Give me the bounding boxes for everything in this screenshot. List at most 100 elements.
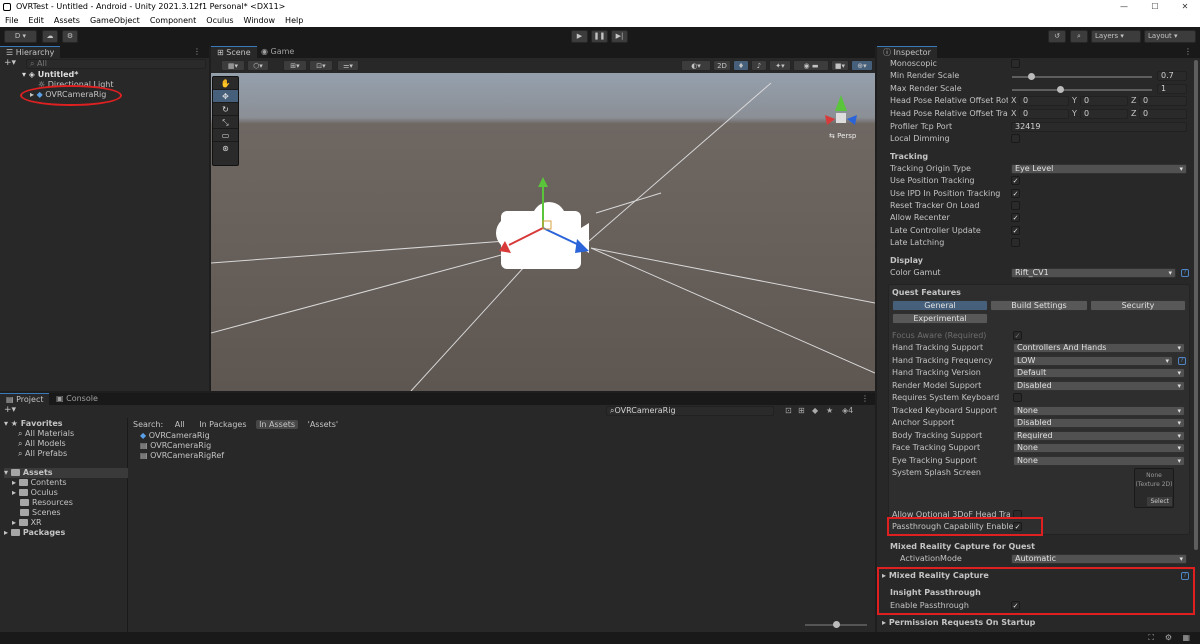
project-menu-icon[interactable]: ⋮ — [861, 394, 869, 403]
eye-tracking-dropdown[interactable]: None — [1013, 456, 1185, 466]
activation-mode-dropdown[interactable]: Automatic — [1011, 554, 1187, 564]
filter-all[interactable]: All — [172, 420, 188, 429]
search-by-label-icon[interactable]: ⊞ — [798, 406, 805, 415]
search-by-type-icon[interactable]: ⊡ — [785, 406, 792, 415]
step-button[interactable]: ▶| — [611, 30, 628, 43]
tracking-origin-dropdown[interactable]: Eye Level — [1011, 164, 1187, 174]
persp-label[interactable]: ⇆ Persp — [829, 132, 856, 140]
head-pose-rotation-z[interactable]: 0 — [1139, 96, 1187, 106]
body-tracking-dropdown[interactable]: Required — [1013, 431, 1185, 441]
filter-in-assets[interactable]: In Assets — [256, 420, 299, 429]
close-icon[interactable]: ✕ — [1170, 0, 1200, 14]
scale-tool-icon[interactable]: ⤡ — [213, 116, 238, 129]
tracked-keyboard-dropdown[interactable]: None — [1013, 406, 1185, 416]
head-pose-rotation-x[interactable]: 0 — [1019, 96, 1069, 106]
reset-tracker-checkbox[interactable] — [1011, 201, 1020, 210]
filter-in-packages[interactable]: In Packages — [196, 420, 249, 429]
cloud-icon[interactable]: ☁ — [42, 30, 58, 43]
color-gamut-dropdown[interactable]: Rift_CV1 — [1011, 268, 1176, 278]
icon-size-slider[interactable] — [805, 621, 867, 628]
audio-toggle-icon[interactable]: ♪ — [751, 60, 767, 71]
quest-tab-build-settings[interactable]: Build Settings — [990, 300, 1088, 311]
hierarchy-search-input[interactable]: ⌕ All — [26, 59, 206, 69]
packages-row[interactable]: ▸ Packages — [4, 528, 65, 538]
allow-recenter-checkbox[interactable]: ✓ — [1011, 213, 1020, 222]
tab-console[interactable]: ▣ Console — [50, 393, 104, 405]
help-icon[interactable]: ? — [1181, 269, 1189, 277]
result-item[interactable]: ▤ OVRCameraRigRef — [140, 451, 224, 461]
head-pose-rotation-y[interactable]: 0 — [1080, 96, 1128, 106]
head-pose-translation-z[interactable]: 0 — [1139, 109, 1187, 119]
favorite-all-prefabs[interactable]: ⌕ All Prefabs — [18, 449, 67, 459]
menu-window[interactable]: Window — [239, 14, 281, 27]
menu-help[interactable]: Help — [280, 14, 308, 27]
late-controller-update-checkbox[interactable]: ✓ — [1011, 226, 1020, 235]
result-item[interactable]: ◆ OVRCameraRig — [140, 431, 210, 441]
result-item[interactable]: ▤ OVRCameraRig — [140, 441, 211, 451]
slider-thumb[interactable] — [1028, 73, 1035, 80]
scene-viewport[interactable]: ⇆ Persp — [211, 73, 875, 391]
filter-icon[interactable]: ◆ — [812, 406, 818, 415]
tab-inspector[interactable]: ⓘ Inspector — [877, 46, 937, 58]
profiler-port-field[interactable]: 32419 — [1011, 122, 1187, 132]
tab-game[interactable]: ◉ Game — [255, 46, 300, 58]
layers-dropdown[interactable]: Layers ▾ — [1091, 30, 1141, 43]
late-latching-checkbox[interactable] — [1011, 238, 1020, 247]
use-ipd-checkbox[interactable]: ✓ — [1011, 189, 1020, 198]
min-render-scale-slider[interactable] — [1012, 73, 1152, 80]
project-add-icon[interactable]: +▾ — [4, 405, 16, 415]
menu-gameobject[interactable]: GameObject — [85, 14, 145, 27]
tab-scene[interactable]: ⊞ Scene — [211, 46, 257, 58]
quest-tab-experimental[interactable]: Experimental — [892, 313, 988, 324]
splash-texture-field[interactable]: None (Texture 2D) Select — [1134, 468, 1174, 508]
hand-tracking-support-dropdown[interactable]: Controllers And Hands — [1013, 343, 1185, 353]
inspector-scrollbar[interactable] — [1194, 60, 1198, 550]
lighting-toggle-icon[interactable]: ♦ — [733, 60, 749, 71]
tab-hierarchy[interactable]: ☰ Hierarchy — [0, 46, 61, 58]
scene-row[interactable]: ▾ ◈ Untitled* — [0, 70, 209, 80]
render-options-button[interactable]: ⚌▾ — [337, 60, 359, 71]
face-tracking-dropdown[interactable]: None — [1013, 443, 1185, 453]
rect-tool-icon[interactable]: ▭ — [213, 129, 238, 142]
menu-edit[interactable]: Edit — [23, 14, 49, 27]
effects-toggle-icon[interactable]: ✦▾ — [769, 60, 791, 71]
increment-snap-button[interactable]: ⊡▾ — [309, 60, 333, 71]
menu-assets[interactable]: Assets — [49, 14, 85, 27]
mrc-header[interactable]: ▸ Mixed Reality Capture — [882, 570, 989, 582]
slider-thumb[interactable] — [1057, 86, 1064, 93]
visibility-count-icon[interactable]: ◈4 — [842, 406, 853, 415]
move-tool-icon[interactable]: ✥ — [213, 90, 238, 103]
bug-icon[interactable]: ⚙ — [1165, 633, 1172, 642]
help-icon[interactable]: ? — [1181, 572, 1189, 580]
head-pose-translation-x[interactable]: 0 — [1019, 109, 1069, 119]
anchor-support-dropdown[interactable]: Disabled — [1013, 418, 1185, 428]
search-icon[interactable]: ⌕ — [1070, 30, 1088, 43]
grid-snap-button[interactable]: ⊞▾ — [283, 60, 307, 71]
favorite-all-models[interactable]: ⌕ All Models — [18, 439, 66, 449]
network-icon[interactable]: ⛶ — [1148, 633, 1154, 643]
add-icon[interactable]: +▾ — [4, 58, 16, 68]
favorites-row[interactable]: ▾ ★ Favorites — [4, 419, 63, 429]
project-search-input[interactable]: ⌕OVRCameraRig — [606, 406, 774, 416]
enable-passthrough-checkbox[interactable]: ✓ — [1011, 601, 1020, 610]
splash-select-button[interactable]: Select — [1147, 497, 1172, 506]
folder-oculus[interactable]: ▸ Oculus — [12, 488, 58, 498]
folder-contents[interactable]: ▸ Contents — [12, 478, 67, 488]
max-render-scale-field[interactable]: 1 — [1157, 84, 1187, 94]
menu-file[interactable]: File — [0, 14, 23, 27]
account-button[interactable]: D ▾ — [4, 30, 37, 43]
visibility-toggle-icon[interactable]: ◉ ▬ — [793, 60, 829, 71]
history-icon[interactable]: ↺ — [1048, 30, 1066, 43]
folder-resources[interactable]: Resources — [20, 498, 73, 508]
2d-toggle[interactable]: 2D — [713, 60, 731, 71]
menu-oculus[interactable]: Oculus — [201, 14, 238, 27]
play-button[interactable]: ▶ — [571, 30, 588, 43]
monoscopic-checkbox[interactable] — [1011, 59, 1020, 68]
requires-keyboard-checkbox[interactable] — [1013, 393, 1022, 402]
favorite-all-materials[interactable]: ⌕ All Materials — [18, 429, 74, 439]
tab-project[interactable]: ▤ Project — [0, 393, 50, 405]
layout-dropdown[interactable]: Layout ▾ — [1144, 30, 1196, 43]
pause-button[interactable]: ❚❚ — [591, 30, 608, 43]
filter-assets-folder[interactable]: 'Assets' — [305, 420, 341, 429]
progress-icon[interactable]: ▦ — [1182, 633, 1190, 642]
